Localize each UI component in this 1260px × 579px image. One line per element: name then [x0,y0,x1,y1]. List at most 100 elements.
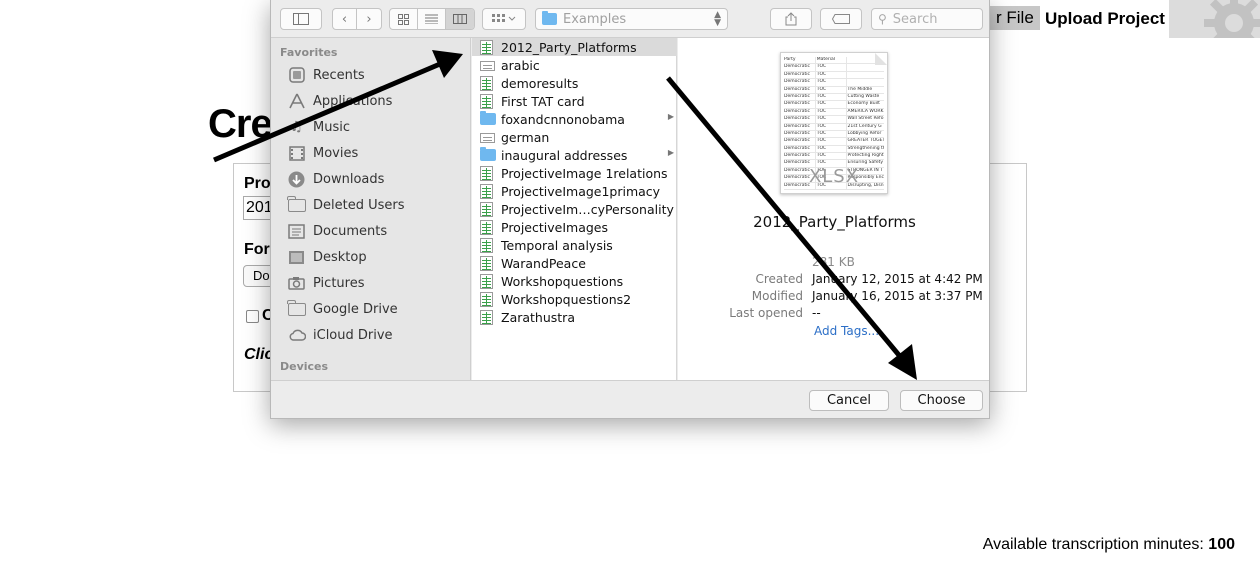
sidebar-icon [293,13,309,25]
file-item-demoresults[interactable]: demoresults [472,74,677,92]
thumbnail-cell: TOC [814,93,846,101]
modified-label: Modified [751,289,803,303]
thumbnail-cell: Democratic [784,93,810,99]
sidebar-item-applications[interactable]: Applications [287,90,392,112]
spreadsheet-icon [480,183,493,199]
icon-view-button[interactable] [390,9,418,29]
folder-icon [480,147,496,161]
thumbnail-cell: 21st Century G [845,123,884,130]
option-checkbox[interactable] [246,310,259,323]
created-label: Created [755,272,804,286]
document-icon [480,132,495,143]
location-label: Examples [563,11,627,27]
forward-button[interactable]: › [357,9,381,29]
sidebar-item-deleted-users[interactable]: Deleted Users [287,194,405,216]
last-opened-value: -- [812,306,821,320]
tags-button[interactable] [820,8,862,30]
back-button[interactable]: ‹ [333,9,357,29]
sidebar-item-documents[interactable]: Documents [287,220,387,242]
thumbnail-cell: The Middle [845,86,884,93]
file-item-projectiveimages[interactable]: ProjectiveImages [472,218,677,236]
movies-icon [287,145,306,162]
folder-icon [542,11,557,25]
arrange-button[interactable] [482,8,526,30]
sidebar-toggle-button[interactable] [280,8,322,30]
list-view-button[interactable] [418,9,446,29]
file-item-warandpeace[interactable]: WarandPeace [472,254,677,272]
sidebar-item-music[interactable]: ♫ Music [287,116,350,138]
file-name: inaugural addresses [501,147,628,163]
file-open-dialog: ‹ › Examples ▲ ▼ ⚲ Search Favorites Rece… [270,0,990,419]
document-icon [480,60,495,71]
folder-icon [287,195,306,212]
search-icon: ⚲ [878,12,887,26]
add-tags-link[interactable]: Add Tags... [814,324,879,338]
view-mode-control [389,8,475,30]
desktop-icon [287,249,306,266]
search-field[interactable]: ⚲ Search [871,8,983,30]
file-item-projectiveim-cypersonality[interactable]: ProjectiveIm…cyPersonality [472,200,677,218]
file-list-column: 2012_Party_Platforms arabic demoresults … [472,38,677,380]
cancel-button[interactable]: Cancel [809,390,889,411]
thumbnail-cell: TOC [814,108,846,116]
spreadsheet-icon [480,219,493,235]
thumbnail-row: Democratic TOC Lobbying Refor [784,130,884,139]
thumbnail-cell: Democratic [784,86,810,92]
file-name: First TAT card [501,93,585,109]
file-item-zarathustra[interactable]: Zarathustra [472,308,677,326]
column-view-button[interactable] [446,9,474,29]
sidebar-item-google-drive[interactable]: Google Drive [287,298,398,320]
spreadsheet-icon [480,165,493,181]
thumbnail-cell: Strengthening th [845,145,884,153]
cloud-icon [287,327,306,344]
minutes-value: 100 [1208,536,1235,553]
arrange-icon [492,14,516,22]
sidebar-item-label: Downloads [313,171,385,187]
thumbnail-cell [845,64,884,71]
thumbnail-cell: TOC [814,116,846,123]
thumbnail-row: Democratic TOC 21st Century G [784,123,884,131]
file-name: ProjectiveImage1primacy [501,183,661,199]
file-item-workshopquestions[interactable]: Workshopquestions [472,272,677,290]
back-forward-buttons: ‹ › [332,8,382,30]
file-item-arabic[interactable]: arabic [472,56,677,74]
nav-choose-file[interactable]: r File [986,6,1040,30]
file-item-first-tat-card[interactable]: First TAT card [472,92,677,110]
settings-button[interactable] [1169,0,1260,38]
thumbnail-cell: Material [814,57,846,64]
sidebar-item-recents[interactable]: Recents [287,64,365,86]
choose-button[interactable]: Choose [900,390,983,411]
file-item-2012-party-platforms[interactable]: 2012_Party_Platforms [472,38,677,56]
sidebar-item-label: Deleted Users [313,197,405,213]
nav-upload-project[interactable]: Upload Project [1045,8,1165,30]
sidebar-item-label: Music [313,119,350,135]
sidebar-item-downloads[interactable]: Downloads [287,168,384,190]
file-item-temporal-analysis[interactable]: Temporal analysis [472,236,677,254]
file-item-projectiveimage1primacy[interactable]: ProjectiveImage1primacy [472,182,677,200]
folder-item-inaugural-addresses[interactable]: inaugural addresses ▶ [472,146,677,164]
created-value: January 12, 2015 at 4:42 PM [812,272,983,286]
share-button[interactable] [770,8,812,30]
sidebar-item-desktop[interactable]: Desktop [287,246,367,268]
thumbnail-cell: Wall Street Refo [845,116,884,123]
sidebar-item-icloud-drive[interactable]: iCloud Drive [287,324,393,346]
thumbnail-row: Democratic TOC Wall Street Refo [784,116,884,124]
sidebar-item-movies[interactable]: Movies [287,142,358,164]
thumbnail-row: Democratic TOC Economy Built [784,101,884,109]
folder-item-foxandcnnonobama[interactable]: foxandcnnonobama ▶ [472,110,677,128]
file-item-projectiveimage-1relations[interactable]: ProjectiveImage 1relations [472,164,677,182]
sidebar-item-label: iCloud Drive [313,327,393,343]
file-item-german[interactable]: german [472,128,677,146]
sidebar-item-label: Pictures [313,275,365,291]
minutes-label: Available transcription minutes: [982,536,1204,553]
location-popup[interactable]: Examples ▲ ▼ [535,8,728,30]
thumbnail-cell: Economy Built [845,101,884,108]
file-item-workshopquestions2[interactable]: Workshopquestions2 [472,290,677,308]
updown-chevron-icon: ▲ ▼ [714,10,721,28]
spreadsheet-icon [480,93,493,109]
sidebar-item-pictures[interactable]: Pictures [287,272,364,294]
thumbnail-cell: Democratic [784,101,810,107]
sidebar-item-label: Documents [313,223,388,239]
sidebar-item-label: Desktop [313,249,367,265]
thumbnail-cell: Democratic [784,130,810,136]
